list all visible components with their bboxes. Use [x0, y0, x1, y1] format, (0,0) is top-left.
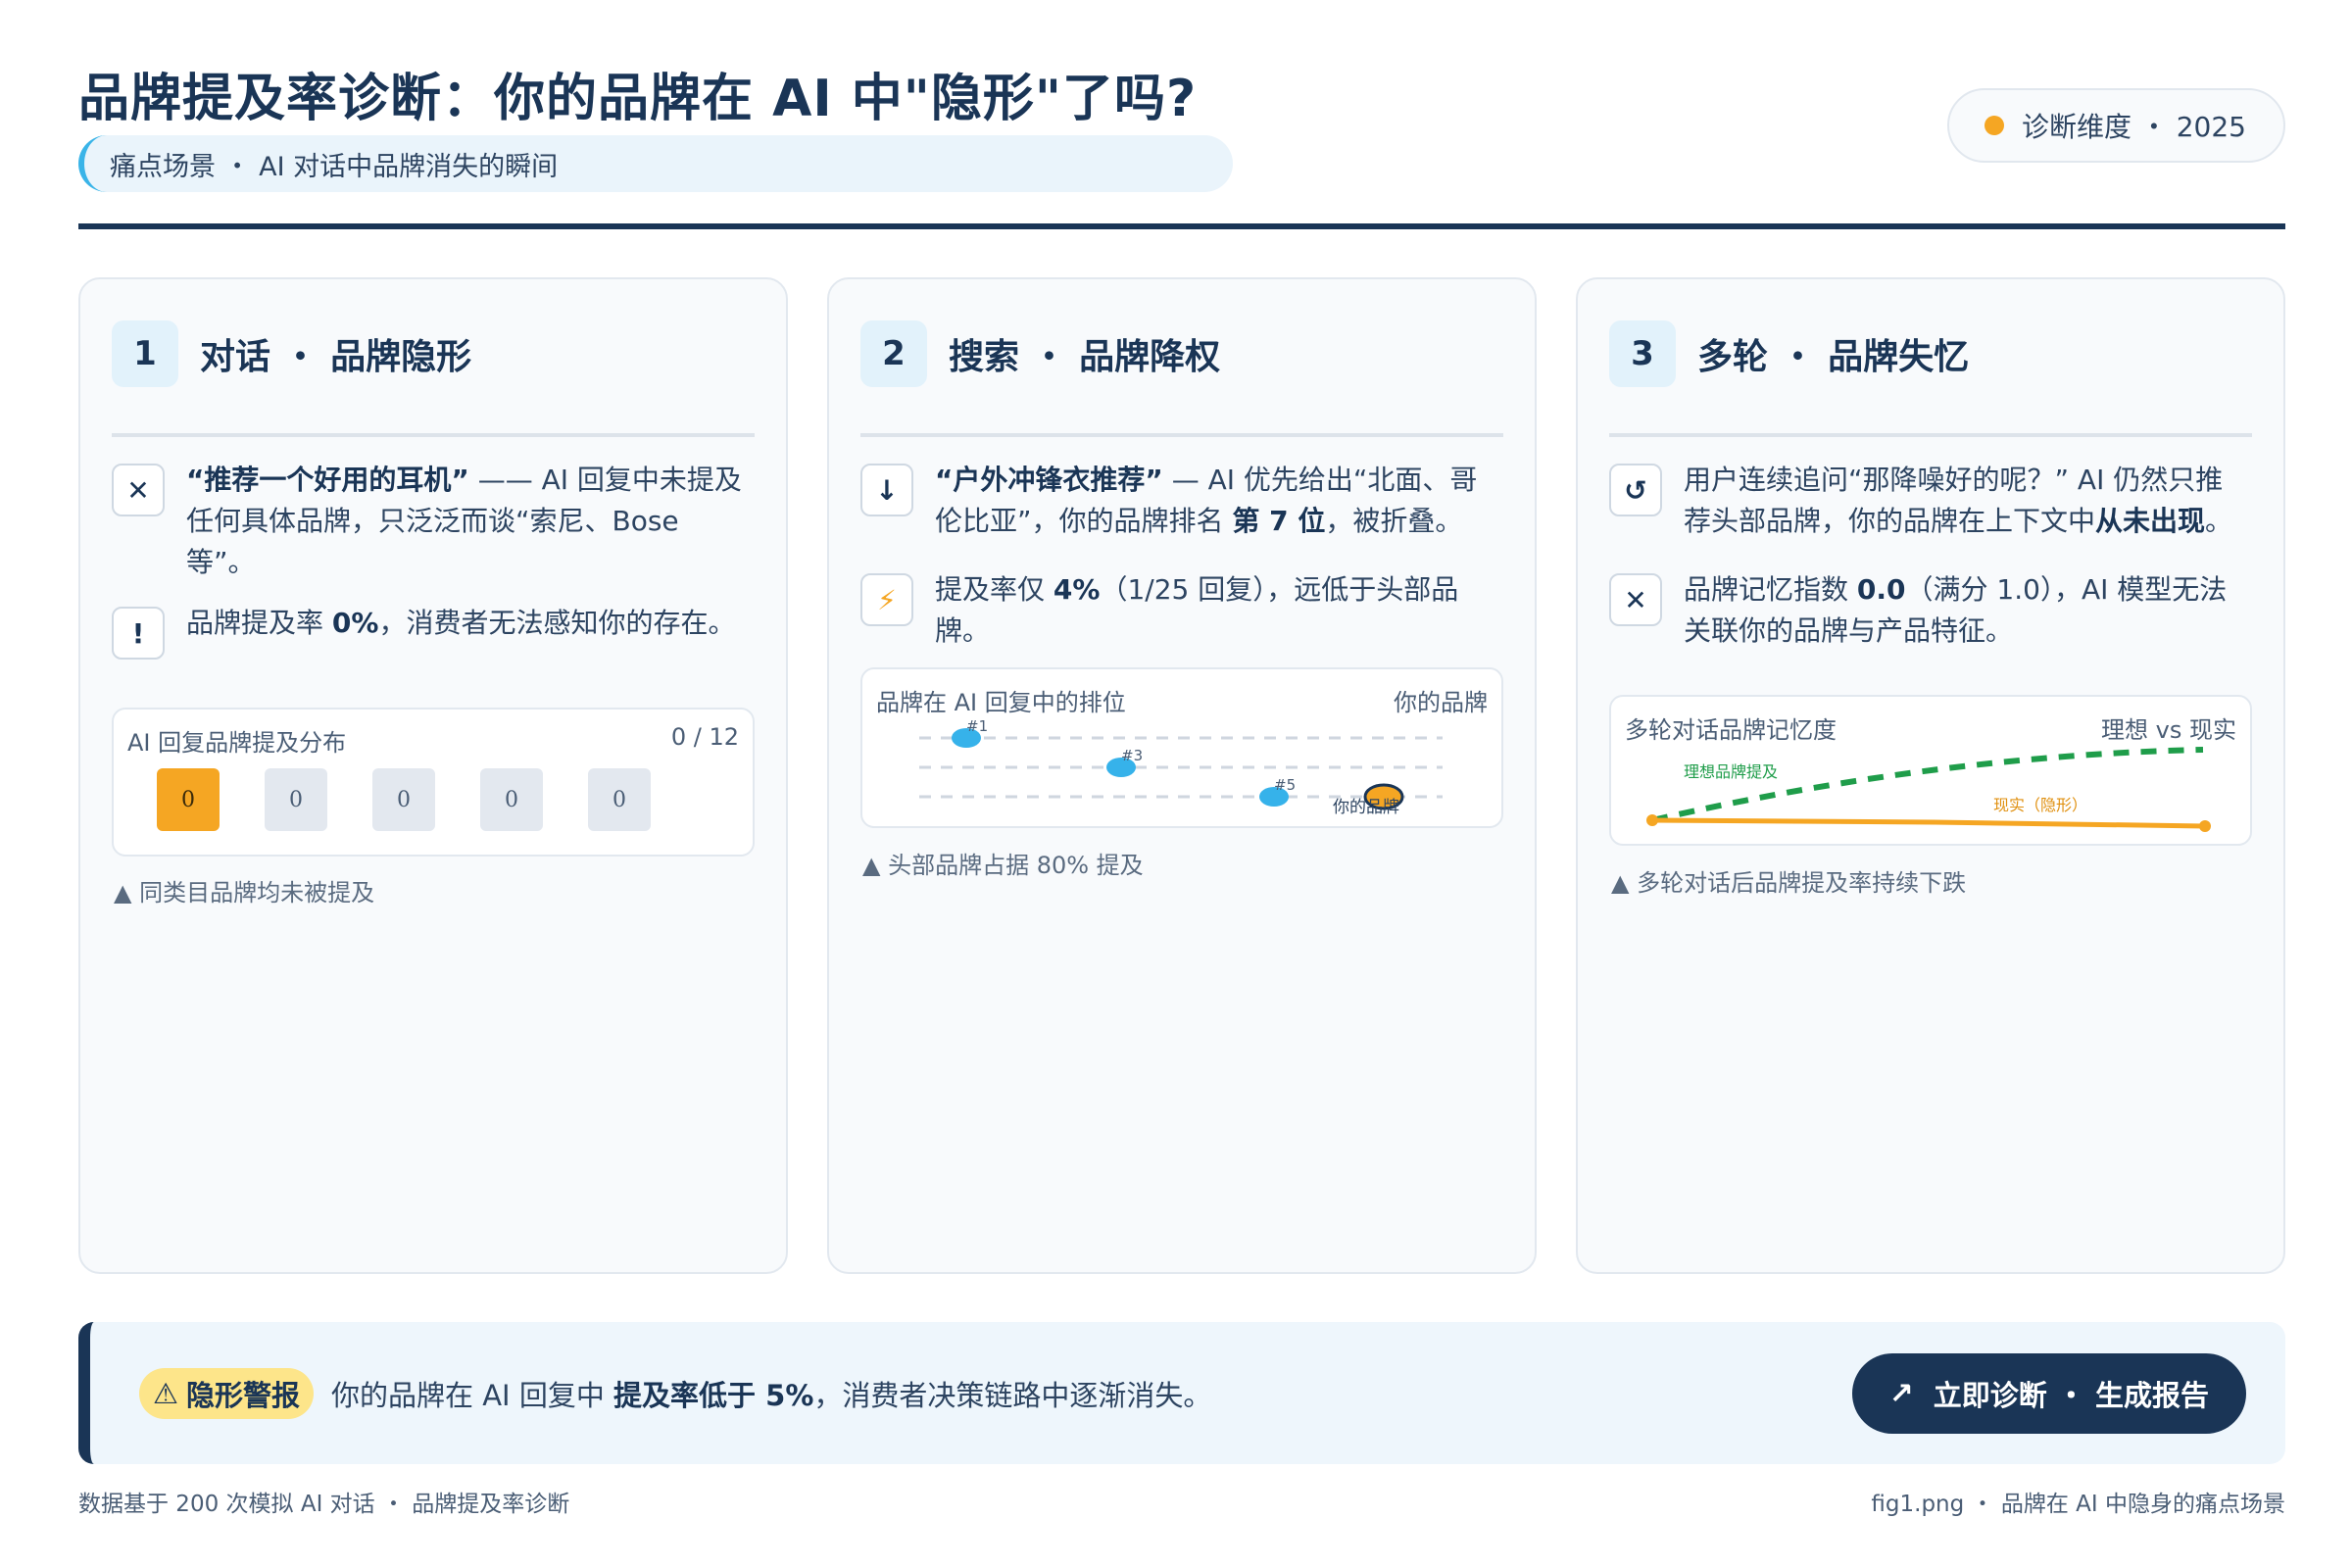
- card-item: ! 品牌提及率 0%，消费者无法感知你的存在。: [112, 603, 749, 660]
- item-text: 品牌提及率 0%，消费者无法感知你的存在。: [186, 603, 735, 644]
- card-item: ✕ “推荐一个好用的耳机” —— AI 回复中未提及任何具体品牌，只泛泛而谈“索…: [112, 460, 749, 583]
- footer-right: fig1.png ・ 品牌在 AI 中隐身的痛点场景: [1871, 1492, 2285, 1517]
- real-end-point: [2199, 820, 2211, 832]
- alert-post: ，消费者决策链路中逐渐消失。: [813, 1379, 1212, 1412]
- card-search: 2 搜索 ・ 品牌降权 ↓ “户外冲锋衣推荐” — AI 优先给出“北面、哥伦比…: [827, 277, 1537, 1274]
- mention-cell: 0: [480, 768, 543, 831]
- own-brand-label: 你的品牌: [1333, 798, 1399, 817]
- card-item: ↓ “户外冲锋衣推荐” — AI 优先给出“北面、哥伦比亚”，你的品牌排名 第 …: [860, 460, 1497, 542]
- close-icon: ✕: [1609, 573, 1662, 626]
- card-divider: [112, 433, 755, 437]
- item-text: “推荐一个好用的耳机” —— AI 回复中未提及任何具体品牌，只泛泛而谈“索尼、…: [186, 460, 749, 583]
- item-emphasis: 从未出现: [2095, 505, 2206, 537]
- card-title: 多轮 ・ 品牌失忆: [1697, 337, 1970, 377]
- orange-dot-icon: [1984, 116, 2004, 135]
- lightning-icon: ⚡: [860, 573, 913, 626]
- card-item: ↺ 用户连续追问“那降噪好的呢？” AI 仍然只推荐头部品牌，你的品牌在上下文中…: [1609, 460, 2246, 542]
- panel-count: 0 / 12: [670, 723, 739, 751]
- item-pre: 品牌提及率: [186, 607, 332, 639]
- card-multiturn: 3 多轮 ・ 品牌失忆 ↺ 用户连续追问“那降噪好的呢？” AI 仍然只推荐头部…: [1576, 277, 2285, 1274]
- item-metric: 0%: [331, 607, 379, 639]
- card-header: 3 多轮 ・ 品牌失忆: [1609, 320, 1969, 387]
- card-note: ▲ 多轮对话后品牌提及率持续下跌: [1611, 869, 1967, 897]
- card-note: ▲ 头部品牌占据 80% 提及: [862, 852, 1144, 879]
- exclamation-icon: !: [112, 607, 165, 660]
- item-pre: 品牌记忆指数: [1684, 573, 1857, 606]
- item-body: ，消费者无法感知你的存在。: [378, 607, 736, 639]
- item-text: 用户连续追问“那降噪好的呢？” AI 仍然只推荐头部品牌，你的品牌在上下文中从未…: [1684, 460, 2246, 542]
- item-text: 提及率仅 4%（1/25 回复），远低于头部品牌。: [935, 569, 1497, 652]
- card-note: ▲ 同类目品牌均未被提及: [114, 879, 375, 906]
- item-post: ，被折叠。: [1325, 505, 1463, 537]
- real-start-point: [1646, 814, 1658, 826]
- warning-icon: ⚠: [153, 1377, 178, 1410]
- card-dialog: 1 对话 ・ 品牌隐形 ✕ “推荐一个好用的耳机” —— AI 回复中未提及任何…: [78, 277, 788, 1274]
- mention-distribution-panel: AI 回复品牌提及分布 0 / 12 0 0 0 0 0: [112, 708, 755, 857]
- item-quote: “推荐一个好用的耳机”: [186, 464, 469, 496]
- card-number: 1: [112, 320, 178, 387]
- footer-left: 数据基于 200 次模拟 AI 对话 ・ 品牌提及率诊断: [78, 1492, 570, 1517]
- card-title: 搜索 ・ 品牌降权: [949, 337, 1221, 377]
- ranking-panel: 品牌在 AI 回复中的排位 你的品牌 #1 #3 #5 你的品牌: [860, 667, 1503, 828]
- real-label: 现实（隐形）: [1993, 796, 2087, 814]
- rank-label: #5: [1274, 776, 1296, 794]
- badge-text: 诊断维度 ・ 2025: [2021, 111, 2246, 143]
- mention-cell: 0: [265, 768, 327, 831]
- panel-label: AI 回复品牌提及分布: [127, 729, 347, 757]
- item-text: “户外冲锋衣推荐” — AI 优先给出“北面、哥伦比亚”，你的品牌排名 第 7 …: [935, 460, 1497, 542]
- real-line: [1651, 817, 2206, 829]
- alert-metric: 提及率低于 5%: [613, 1379, 814, 1412]
- page-subtitle: 痛点场景 ・ AI 对话中品牌消失的瞬间: [78, 135, 1233, 192]
- ideal-line: [1651, 747, 2204, 823]
- alert-banner: ⚠ 隐形警报 你的品牌在 AI 回复中 提及率低于 5%，消费者决策链路中逐渐消…: [78, 1322, 2285, 1464]
- item-rank: 第 7 位: [1232, 505, 1326, 537]
- card-number: 3: [1609, 320, 1676, 387]
- refresh-icon: ↺: [1609, 464, 1662, 516]
- card-title: 对话 ・ 品牌隐形: [200, 337, 472, 377]
- alert-tag: ⚠ 隐形警报: [139, 1368, 315, 1419]
- diagnosis-badge: 诊断维度 ・ 2025: [1946, 88, 2285, 163]
- memory-panel: 多轮对话品牌记忆度 理想 vs 现实 理想品牌提及 现实（隐形）: [1609, 695, 2252, 846]
- item-quote: “户外冲锋衣推荐”: [935, 464, 1163, 496]
- mention-cell: 0: [157, 768, 220, 831]
- subtitle-text: 痛点场景 ・ AI 对话中品牌消失的瞬间: [110, 151, 559, 182]
- header-divider: [78, 223, 2285, 229]
- card-item: ⚡ 提及率仅 4%（1/25 回复），远低于头部品牌。: [860, 569, 1497, 652]
- item-metric: 4%: [1053, 573, 1101, 606]
- rank-label: #3: [1121, 747, 1143, 764]
- card-item: ✕ 品牌记忆指数 0.0（满分 1.0），AI 模型无法关联你的品牌与产品特征。: [1609, 569, 2246, 652]
- card-header: 1 对话 ・ 品牌隐形: [112, 320, 471, 387]
- alert-text: 你的品牌在 AI 回复中 提及率低于 5%，消费者决策链路中逐渐消失。: [331, 1373, 1211, 1414]
- item-metric: 0.0: [1856, 573, 1906, 606]
- alert-pre: 你的品牌在 AI 回复中: [331, 1379, 614, 1412]
- page-title: 品牌提及率诊断：你的品牌在 AI 中"隐形"了吗?: [78, 70, 1198, 128]
- card-number: 2: [860, 320, 927, 387]
- item-text: 品牌记忆指数 0.0（满分 1.0），AI 模型无法关联你的品牌与产品特征。: [1684, 569, 2246, 652]
- memory-graphic: 理想品牌提及 现实（隐形）: [1646, 747, 2211, 832]
- card-divider: [860, 433, 1503, 437]
- diagnose-button-label: 立即诊断 ・ 生成报告: [1933, 1379, 2209, 1412]
- arrow-down-icon: ↓: [860, 464, 913, 516]
- item-post: 。: [2205, 505, 2233, 537]
- item-pre: 提及率仅: [935, 573, 1054, 606]
- mention-cell: 0: [588, 768, 651, 831]
- diagnose-button[interactable]: ↗ 立即诊断 ・ 生成报告: [1851, 1353, 2246, 1434]
- ranking-graphic: #1 #3 #5 你的品牌: [919, 717, 1443, 817]
- page: 品牌提及率诊断：你的品牌在 AI 中"隐形"了吗? 痛点场景 ・ AI 对话中品…: [0, 0, 2352, 1568]
- card-header: 2 搜索 ・ 品牌降权: [860, 320, 1220, 387]
- arrow-up-right-icon: ↗: [1888, 1376, 1914, 1411]
- alert-tag-text: 隐形警报: [186, 1379, 301, 1412]
- card-divider: [1609, 433, 2252, 437]
- close-icon: ✕: [112, 464, 165, 516]
- ideal-label: 理想品牌提及: [1684, 762, 1778, 781]
- rank-label: #1: [966, 717, 988, 735]
- mention-cell: 0: [372, 768, 435, 831]
